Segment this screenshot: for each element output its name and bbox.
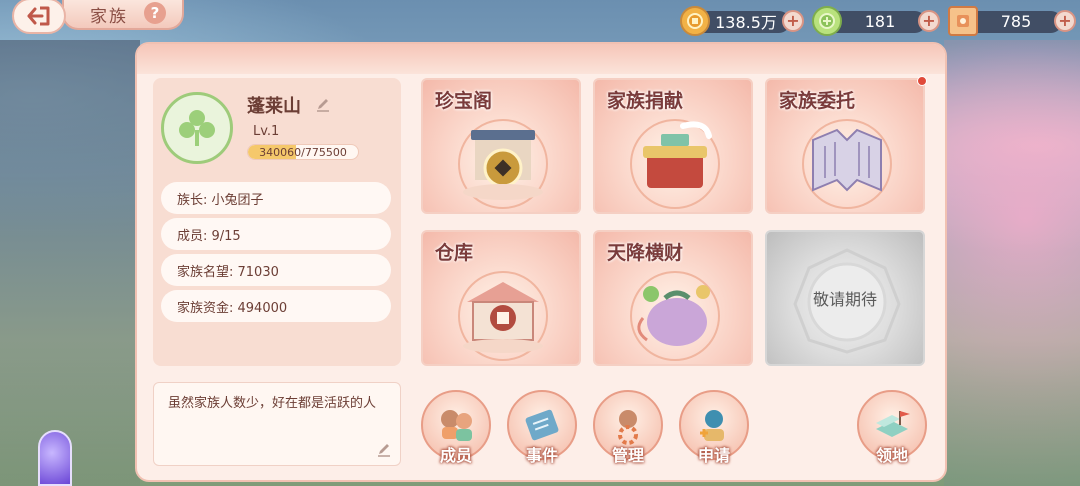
territory-label: 领地 xyxy=(875,446,908,465)
back-arrow-icon xyxy=(27,6,50,26)
manage-gear-icon xyxy=(618,410,638,445)
notification-dot xyxy=(917,76,927,86)
manage-label: 管理 xyxy=(611,446,644,465)
tile-coming-soon: 敬请期待 xyxy=(765,230,925,366)
page-title: 家族 xyxy=(90,6,128,27)
tile-title: 天降横财 xyxy=(607,242,684,264)
family-notice[interactable]: 虽然家族人数少，好在都是活跃的人 xyxy=(153,382,401,466)
currency-ticket: 785 + xyxy=(948,6,1076,36)
currency-jade: 181 + xyxy=(812,6,940,36)
background-left xyxy=(0,40,140,486)
info-row-reputation: 家族名望: 71030 xyxy=(161,254,391,286)
commission-scroll-icon xyxy=(785,106,909,210)
tile-title: 家族委托 xyxy=(779,90,856,112)
manage-button[interactable]: 管理 xyxy=(593,390,663,466)
tile-family-commission[interactable]: 家族委托 xyxy=(765,78,925,214)
family-info-card: 蓬莱山 Lv.1 340060/775500 族长: 小兔团子 成员: 9/15… xyxy=(153,78,401,366)
edit-name-icon[interactable] xyxy=(315,96,331,112)
lucky-bag-icon xyxy=(613,258,737,362)
side-menu-orb[interactable] xyxy=(38,430,72,486)
members-label: 成员 xyxy=(439,446,472,465)
events-scroll-icon xyxy=(525,409,559,441)
tile-treasure-pavilion[interactable]: 珍宝阁 xyxy=(421,78,581,214)
back-button[interactable] xyxy=(12,0,66,34)
gold-amount: 138.5万 xyxy=(715,13,777,32)
territory-flag-icon xyxy=(876,411,910,437)
currency-gold: 138.5万 + xyxy=(680,6,804,36)
info-row-funds: 家族资金: 494000 xyxy=(161,290,391,322)
add-gold-button[interactable]: + xyxy=(782,10,804,32)
family-panel: 蓬莱山 Lv.1 340060/775500 族长: 小兔团子 成员: 9/15… xyxy=(135,42,947,482)
members-button[interactable]: 成员 xyxy=(421,390,491,466)
exp-text: 340060/775500 xyxy=(259,145,347,159)
territory-button[interactable]: 领地 xyxy=(857,390,927,466)
coming-soon-label: 敬请期待 xyxy=(812,290,877,309)
scroll-ticket-icon xyxy=(948,6,978,36)
notice-text: 虽然家族人数少，好在都是活跃的人 xyxy=(168,396,377,411)
jade-amount: 181 xyxy=(864,11,896,31)
gold-coin-icon xyxy=(680,6,710,36)
help-icon[interactable]: ? xyxy=(144,2,166,24)
tile-warehouse[interactable]: 仓库 xyxy=(421,230,581,366)
treasure-pavilion-icon xyxy=(441,106,565,210)
tile-family-donation[interactable]: 家族捐献 xyxy=(593,78,753,214)
add-jade-button[interactable]: + xyxy=(918,10,940,32)
jade-coin-icon xyxy=(812,6,842,36)
tile-windfall[interactable]: 天降横财 xyxy=(593,230,753,366)
apply-button[interactable]: 申请 xyxy=(679,390,749,466)
info-row-leader: 族长: 小兔团子 xyxy=(161,182,391,214)
tile-title: 珍宝阁 xyxy=(435,90,493,112)
background-right xyxy=(944,40,1080,486)
clover-icon xyxy=(179,110,215,146)
events-label: 事件 xyxy=(525,446,558,465)
donation-box-icon xyxy=(613,106,737,210)
tile-title: 仓库 xyxy=(435,242,474,264)
edit-notice-icon[interactable] xyxy=(376,441,392,457)
add-ticket-button[interactable]: + xyxy=(1054,10,1076,32)
ticket-amount: 785 xyxy=(1000,11,1032,31)
tile-title: 家族捐献 xyxy=(607,90,684,112)
family-name: 蓬莱山 xyxy=(247,96,301,117)
events-button[interactable]: 事件 xyxy=(507,390,577,466)
apply-user-add-icon xyxy=(700,410,724,441)
warehouse-icon xyxy=(441,258,565,362)
apply-label: 申请 xyxy=(697,446,730,465)
members-icon xyxy=(441,410,472,441)
info-row-members: 成员: 9/15 xyxy=(161,218,391,250)
family-emblem[interactable] xyxy=(161,92,233,164)
family-level: Lv.1 xyxy=(253,124,280,139)
exp-progress-bar: 340060/775500 xyxy=(247,144,359,160)
